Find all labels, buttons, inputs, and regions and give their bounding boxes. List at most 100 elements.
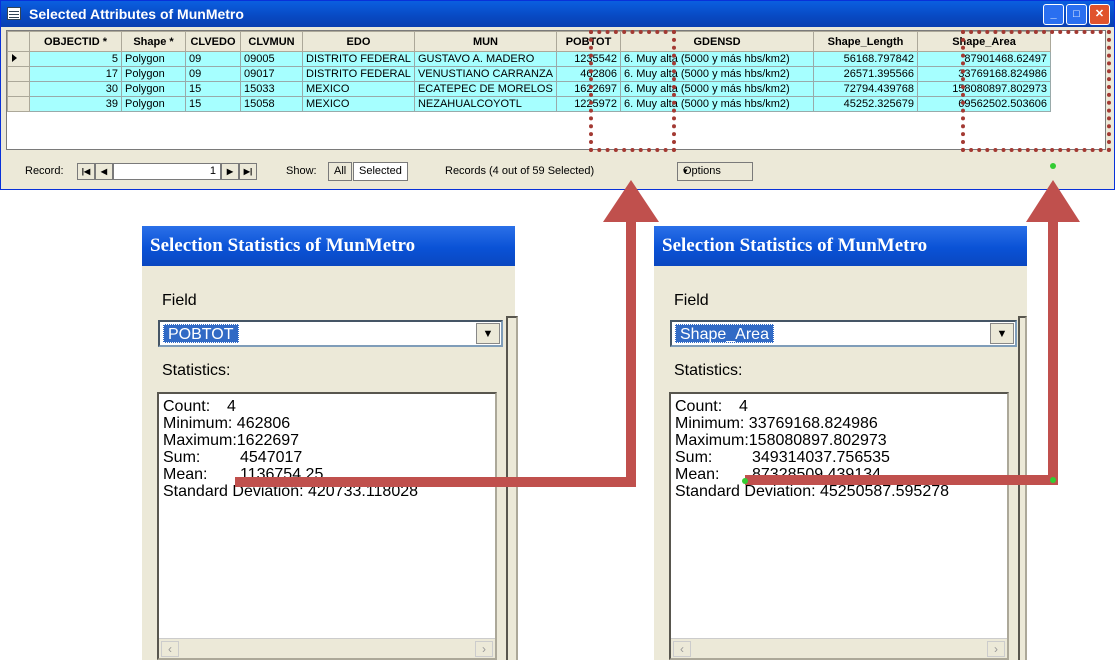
cell-objectid[interactable]: 17 [29, 66, 122, 82]
scroll-left-icon[interactable]: ‹ [161, 641, 179, 657]
cell-clvedo[interactable]: 15 [185, 81, 241, 97]
pobtot-highlight-box [589, 30, 676, 152]
records-count-text: Records (4 out of 59 Selected) [445, 165, 595, 177]
cell-shape[interactable]: Polygon [121, 81, 186, 97]
cell-mun[interactable]: GUSTAVO A. MADERO [413, 51, 558, 67]
chevron-down-icon[interactable]: ▼ [990, 323, 1014, 344]
statistics-output: Count: 4 Minimum: 462806 Maximum: 1622697 … [157, 392, 497, 660]
stat-value: 33769168.824986 [748, 415, 878, 432]
stat-value: 45250587.595278 [819, 483, 950, 500]
stat-sum: Sum: 349314037.756535 [675, 449, 1003, 466]
window-title: Selected Attributes of MunMetro [29, 6, 244, 22]
cell-edo[interactable]: DISTRITO FEDERAL [302, 51, 415, 67]
row-selector[interactable] [7, 66, 30, 82]
cell-mun[interactable]: ECATEPEC DE MORELOS [413, 81, 558, 97]
column-header-clvedo[interactable]: CLVEDO [185, 31, 241, 52]
dropdown-arrow-icon: ▾ [683, 166, 688, 176]
dialog-title[interactable]: Selection Statistics of MunMetro [654, 226, 1027, 266]
column-header-clvmun[interactable]: CLVMUN [240, 31, 303, 52]
column-header-edo[interactable]: EDO [302, 31, 415, 52]
first-record-button[interactable]: |◀ [77, 163, 95, 180]
column-header-mun[interactable]: MUN [413, 31, 558, 52]
last-record-button[interactable]: ▶| [239, 163, 257, 180]
title-bar[interactable]: Selected Attributes of MunMetro _ □ ✕ [1, 1, 1114, 27]
cell-clvmun[interactable]: 15033 [240, 81, 303, 97]
scroll-right-icon[interactable]: › [987, 641, 1005, 657]
minimize-button[interactable]: _ [1043, 4, 1064, 25]
horizontal-scrollbar[interactable]: ‹ › [159, 638, 495, 658]
cell-clvedo[interactable]: 15 [185, 96, 241, 112]
cell-shape[interactable]: Polygon [121, 51, 186, 67]
cell-edo[interactable]: DISTRITO FEDERAL [302, 66, 415, 82]
stat-maximum: Maximum: 158080897.802973 [675, 432, 1003, 449]
show-selected-button[interactable]: Selected [353, 162, 408, 181]
cell-clvmun[interactable]: 15058 [240, 96, 303, 112]
column-header-objectid[interactable]: OBJECTID * [29, 31, 122, 52]
stat-key: Minimum: [675, 415, 745, 432]
cell-objectid[interactable]: 30 [29, 81, 122, 97]
table-icon [7, 7, 21, 20]
cell-objectid[interactable]: 39 [29, 96, 122, 112]
field-select[interactable]: Shape_Area ▼ [670, 320, 1017, 347]
field-select-value: POBTOT [163, 324, 239, 343]
cell-mun[interactable]: NEZAHUALCOYOTL [413, 96, 558, 112]
show-label: Show: [286, 165, 317, 177]
cell-shape[interactable]: Polygon [121, 96, 186, 112]
cell-clvmun[interactable]: 09017 [240, 66, 303, 82]
column-header-selector[interactable] [7, 31, 30, 52]
column-header-shape-length[interactable]: Shape_Length [813, 31, 919, 52]
horizontal-scrollbar[interactable]: ‹ › [671, 638, 1007, 658]
cell-shape-length[interactable]: 26571.395566 [813, 66, 919, 82]
record-navigation-bar: Record: |◀ ◀ 1 ▶ ▶| Show: All Selected R… [11, 161, 1106, 183]
scroll-left-icon[interactable]: ‹ [673, 641, 691, 657]
selection-statistics-dialog-pobtot: Selection Statistics of MunMetro Field P… [142, 226, 518, 660]
table-row[interactable]: 5 Polygon 09 09005 DISTRITO FEDERAL GUST… [7, 51, 1052, 67]
arrow-corner-handle [1050, 477, 1056, 483]
table-row[interactable]: 39 Polygon 15 15058 MEXICO NEZAHUALCOYOT… [7, 96, 1052, 112]
cell-shape-length[interactable]: 72794.439768 [813, 81, 919, 97]
attribute-table: OBJECTID * Shape * CLVEDO CLVMUN EDO MUN… [6, 30, 1106, 150]
field-label: Field [162, 292, 197, 309]
chevron-down-icon[interactable]: ▼ [476, 323, 500, 344]
previous-record-button[interactable]: ◀ [95, 163, 113, 180]
cell-clvmun[interactable]: 09005 [240, 51, 303, 67]
statistics-label: Statistics: [674, 362, 743, 379]
histogram-panel-edge [506, 316, 518, 660]
column-header-shape[interactable]: Shape * [121, 31, 186, 52]
dialog-title[interactable]: Selection Statistics of MunMetro [142, 226, 515, 266]
stat-key: Sum: [675, 449, 713, 466]
cell-mun[interactable]: VENUSTIANO CARRANZA [413, 66, 558, 82]
stat-value: 420733.118028 [307, 483, 419, 500]
stat-value: 87328509.439134 [752, 466, 882, 483]
cell-shape[interactable]: Polygon [121, 66, 186, 82]
options-button[interactable]: Options ▾ [677, 162, 753, 181]
maximize-button[interactable]: □ [1066, 4, 1087, 25]
cell-edo[interactable]: MEXICO [302, 81, 415, 97]
row-selector[interactable] [7, 96, 30, 112]
selection-statistics-dialog-shape-area: Selection Statistics of MunMetro Field S… [654, 226, 1027, 660]
stat-count: Count: 4 [163, 398, 491, 415]
cell-shape-length[interactable]: 45252.325679 [813, 96, 919, 112]
cell-clvedo[interactable]: 09 [185, 66, 241, 82]
cell-edo[interactable]: MEXICO [302, 96, 415, 112]
table-row[interactable]: 30 Polygon 15 15033 MEXICO ECATEPEC DE M… [7, 81, 1052, 97]
table-row[interactable]: 17 Polygon 09 09017 DISTRITO FEDERAL VEN… [7, 66, 1052, 82]
stat-key: Count: [675, 398, 723, 415]
close-button[interactable]: ✕ [1089, 4, 1110, 25]
stat-key: Minimum: [163, 415, 233, 432]
row-selector[interactable] [7, 81, 30, 97]
stat-minimum: Minimum: 33769168.824986 [675, 415, 1003, 432]
row-selector[interactable] [7, 51, 30, 67]
cell-shape-length[interactable]: 56168.797842 [813, 51, 919, 67]
stat-mean: Mean: 87328509.439134 [675, 466, 1003, 483]
next-record-button[interactable]: ▶ [221, 163, 239, 180]
cell-objectid[interactable]: 5 [29, 51, 122, 67]
cell-clvedo[interactable]: 09 [185, 51, 241, 67]
options-label: Options [683, 165, 721, 177]
attribute-table-window: Selected Attributes of MunMetro _ □ ✕ OB… [0, 0, 1115, 190]
field-select[interactable]: POBTOT ▼ [158, 320, 503, 347]
show-all-button[interactable]: All [328, 162, 353, 181]
stat-standard-deviation: Standard Deviation: 45250587.595278 [675, 483, 1003, 500]
scroll-right-icon[interactable]: › [475, 641, 493, 657]
record-number-input[interactable]: 1 [113, 163, 221, 180]
